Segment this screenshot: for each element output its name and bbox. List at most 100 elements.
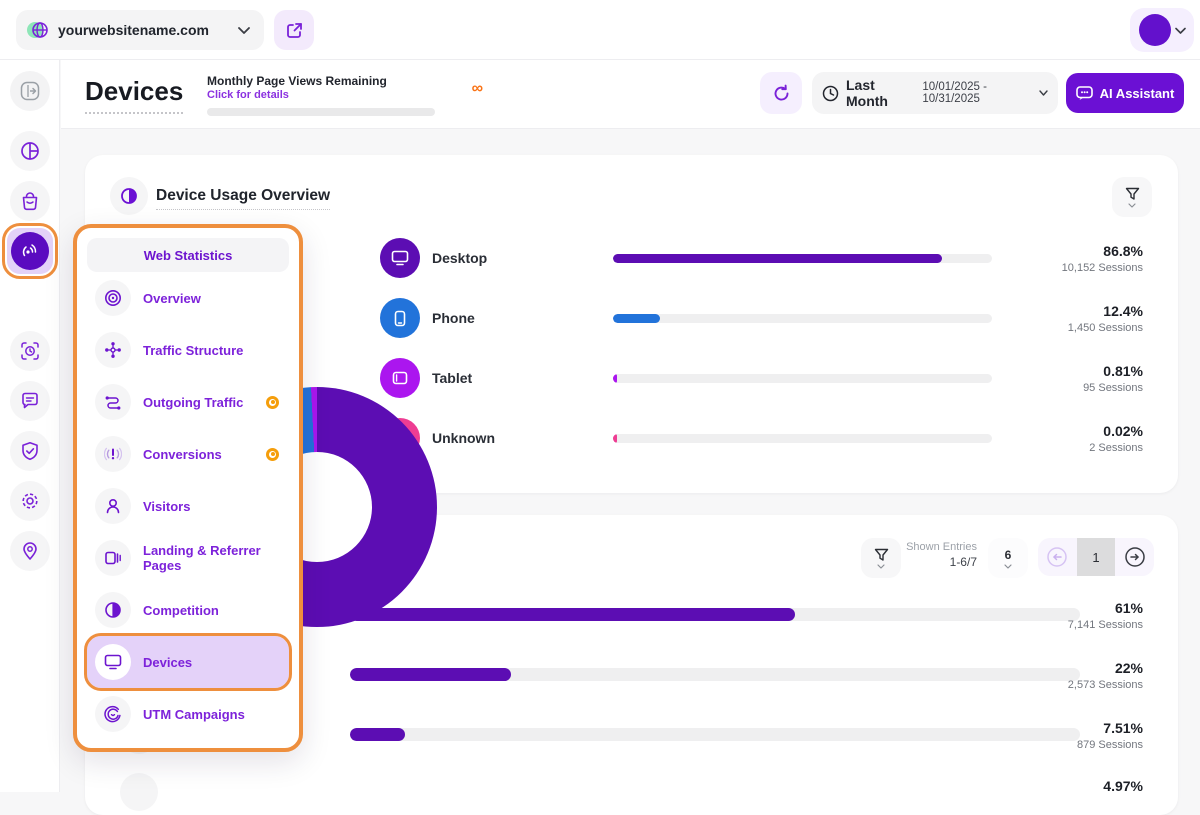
usage-values: 61% 7,141 Sessions [1023, 600, 1143, 631]
pagination: 1 [1038, 538, 1154, 576]
funnel-icon [874, 548, 889, 562]
shopping-bag-icon [20, 191, 40, 211]
infinity-icon: ∞ [472, 80, 483, 98]
site-label: yourwebsitename.com [58, 22, 238, 38]
device-label: Tablet [432, 370, 472, 386]
devices-icon [95, 644, 131, 680]
sidebar-item-security[interactable] [10, 431, 50, 471]
device-values: 0.02% 2 Sessions [1023, 423, 1143, 454]
chevron-down-icon [1175, 27, 1186, 34]
sidebar-item-store[interactable] [10, 181, 50, 221]
sidebar-item-dashboard[interactable] [10, 131, 50, 171]
quota-details-link[interactable]: Click for details [207, 89, 435, 101]
usage-values: 7.51% 879 Sessions [1023, 720, 1143, 751]
refresh-icon [772, 84, 791, 103]
page-header: Devices Monthly Page Views Remaining Cli… [61, 60, 1200, 129]
open-site-button[interactable] [274, 10, 314, 50]
date-preset-label: Last Month [846, 77, 911, 109]
refresh-button[interactable] [760, 72, 802, 114]
overview-icon [95, 280, 131, 316]
sidebar-item-web-statistics[interactable] [7, 228, 53, 274]
notification-badge [266, 448, 279, 461]
chevron-down-icon [1128, 203, 1136, 208]
chat-bubble-icon [20, 391, 40, 411]
card-icon [110, 177, 148, 215]
shown-entries: Shown Entries 1-6/7 [903, 541, 977, 569]
chevron-down-icon [877, 564, 885, 569]
device-label: Desktop [432, 250, 487, 266]
device-bar [613, 254, 992, 263]
desktop-icon [380, 238, 420, 278]
device-values: 86.8% 10,152 Sessions [1023, 243, 1143, 274]
flyout-item-outgoing-traffic[interactable]: Outgoing Traffic [87, 376, 289, 428]
shield-check-icon [20, 441, 40, 461]
next-page-button[interactable] [1115, 538, 1154, 576]
page-size-selector[interactable]: 6 [988, 538, 1028, 578]
device-label: Phone [432, 310, 475, 326]
device-values: 12.4% 1,450 Sessions [1023, 303, 1143, 334]
flyout-item-visitors[interactable]: Visitors [87, 480, 289, 532]
flyout-item-competition[interactable]: Competition [87, 584, 289, 636]
current-page: 1 [1077, 538, 1116, 576]
device-bar [613, 314, 992, 323]
web-statistics-flyout: Web Statistics Overview [73, 224, 303, 752]
device-label: Unknown [432, 430, 495, 446]
site-selector[interactable]: yourwebsitename.com [16, 10, 264, 50]
flyout-item-conversions[interactable]: Conversions [87, 428, 289, 480]
sidebar-item-session-recordings[interactable] [10, 331, 50, 371]
date-range-selector[interactable]: Last Month 10/01/2025 - 10/31/2025 [812, 72, 1058, 114]
user-menu[interactable] [1130, 8, 1194, 52]
notification-badge [266, 396, 279, 409]
device-bar [613, 434, 992, 443]
sidebar-item-feedback[interactable] [10, 381, 50, 421]
device-bar [613, 374, 992, 383]
flyout-item-traffic-structure[interactable]: Traffic Structure [87, 324, 289, 376]
date-range-value: 10/01/2025 - 10/31/2025 [922, 81, 1032, 105]
flyout-header: Web Statistics [87, 238, 289, 272]
chevron-down-icon [238, 26, 250, 34]
prev-page-button[interactable] [1038, 538, 1077, 576]
usage-bar [350, 728, 1080, 741]
ai-assistant-button[interactable]: AI Assistant [1066, 73, 1184, 113]
pie-chart-icon [20, 141, 40, 161]
competition-icon [95, 592, 131, 628]
site-icon [26, 19, 50, 41]
gear-icon [20, 491, 40, 511]
tablet-icon [380, 358, 420, 398]
funnel-icon [1125, 187, 1140, 201]
phone-icon [380, 298, 420, 338]
card-title: Device Usage Overview [156, 187, 330, 210]
traffic-structure-icon [95, 332, 131, 368]
utm-campaigns-icon [95, 696, 131, 732]
sidebar [0, 60, 60, 792]
device-values: 0.81% 95 Sessions [1023, 363, 1143, 394]
session-camera-icon [20, 341, 40, 361]
conversions-icon [95, 436, 131, 472]
avatar [1139, 14, 1171, 46]
chevron-down-icon [1039, 90, 1048, 96]
shown-entries-value: 1-6/7 [903, 555, 977, 569]
ai-assistant-label: AI Assistant [1100, 86, 1175, 101]
usage-bar [350, 608, 1080, 621]
flyout-item-overview[interactable]: Overview [87, 272, 289, 324]
clock-icon [822, 85, 839, 102]
flyout-item-devices[interactable]: Devices [87, 636, 289, 688]
collapse-arrow-icon [20, 81, 40, 101]
location-pin-icon [20, 541, 40, 561]
quota-label: Monthly Page Views Remaining [207, 74, 435, 88]
sidebar-item-locations[interactable] [10, 531, 50, 571]
sidebar-item-settings[interactable] [10, 481, 50, 521]
chevron-down-icon [1004, 564, 1012, 569]
page-title: Devices [85, 76, 183, 114]
filter-button[interactable] [1112, 177, 1152, 217]
outgoing-traffic-icon [95, 384, 131, 420]
page-size-value: 6 [1005, 548, 1012, 562]
ai-chat-icon [1076, 86, 1093, 101]
top-bar: yourwebsitename.com [0, 0, 1200, 60]
flyout-item-landing-referrer-pages[interactable]: Landing & Referrer Pages [87, 532, 289, 584]
filter-button[interactable] [861, 538, 901, 578]
flyout-item-utm-campaigns[interactable]: UTM Campaigns [87, 688, 289, 740]
sidebar-collapse-button[interactable] [10, 71, 50, 111]
row-icon [120, 773, 158, 811]
external-link-icon [286, 22, 303, 39]
